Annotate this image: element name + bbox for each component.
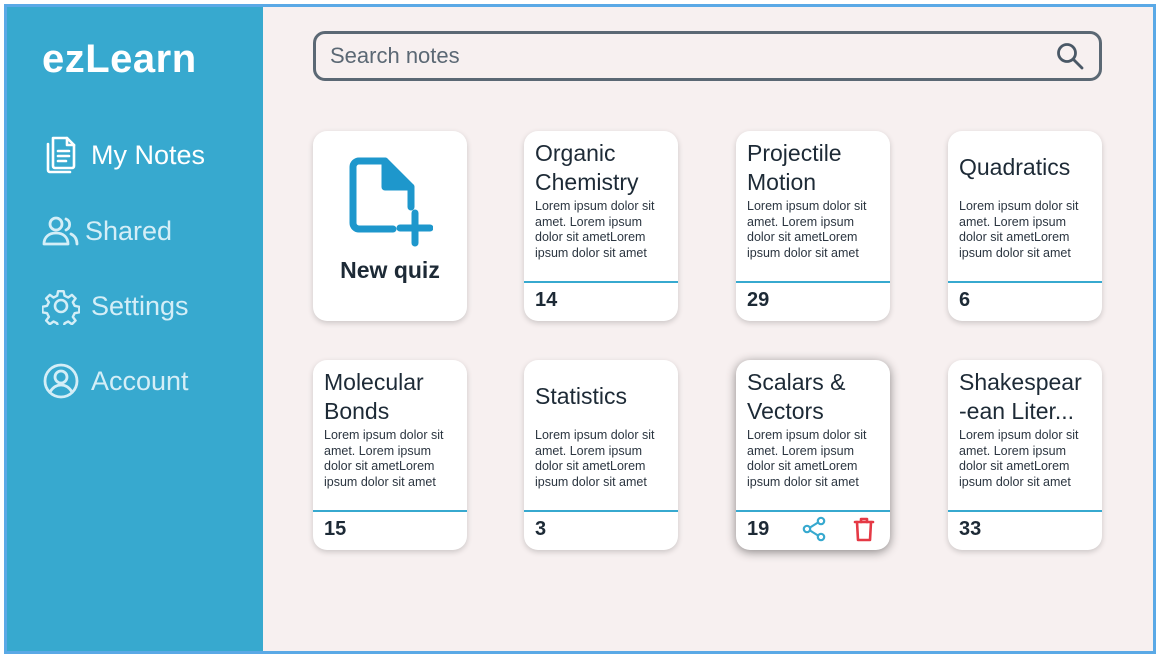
app-logo: ezLearn <box>42 37 197 81</box>
note-title: Scalars & Vectors <box>747 369 846 424</box>
share-icon[interactable] <box>800 515 828 543</box>
new-quiz-label: New quiz <box>340 257 440 283</box>
app-window: ezLearn My Notes Shared Settings Account… <box>4 4 1156 654</box>
sidebar-item-settings[interactable]: Settings <box>41 284 189 328</box>
note-count: 3 <box>535 518 547 540</box>
divider <box>948 281 1102 283</box>
sidebar-item-shared[interactable]: Shared <box>41 209 172 253</box>
search-input[interactable] <box>330 43 1055 69</box>
users-icon <box>41 211 81 251</box>
note-description: Lorem ipsum dolor sit amet. Lorem ipsum … <box>324 428 444 489</box>
new-file-icon <box>347 157 434 249</box>
note-title: Molecular Bonds <box>324 369 424 424</box>
sidebar-item-label: Settings <box>91 290 189 321</box>
account-icon <box>41 361 81 401</box>
trash-icon[interactable] <box>850 515 878 543</box>
note-count: 15 <box>324 518 347 540</box>
divider <box>524 281 678 283</box>
note-card-selected[interactable]: Scalars & Vectors Lorem ipsum dolor sit … <box>736 360 890 550</box>
divider <box>736 281 890 283</box>
divider <box>948 510 1102 512</box>
note-count: 14 <box>535 289 558 311</box>
note-description: Lorem ipsum dolor sit amet. Lorem ipsum … <box>747 428 867 489</box>
note-count: 33 <box>959 518 982 540</box>
note-title: Organic Chemistry <box>535 140 639 195</box>
note-description: Lorem ipsum dolor sit amet. Lorem ipsum … <box>959 199 1079 260</box>
sidebar-item-label: My Notes <box>91 139 206 170</box>
note-description: Lorem ipsum dolor sit amet. Lorem ipsum … <box>535 428 655 489</box>
note-card[interactable]: Statistics Lorem ipsum dolor sit amet. L… <box>524 360 678 550</box>
note-title: Quadratics <box>959 154 1071 180</box>
notes-icon <box>41 135 81 175</box>
note-description: Lorem ipsum dolor sit amet. Lorem ipsum … <box>959 428 1079 489</box>
note-card[interactable]: Projectile Motion Lorem ipsum dolor sit … <box>736 131 890 321</box>
note-description: Lorem ipsum dolor sit amet. Lorem ipsum … <box>535 199 655 260</box>
divider <box>736 510 890 512</box>
sidebar: ezLearn My Notes Shared Settings Account <box>7 7 263 651</box>
note-count: 6 <box>959 289 971 311</box>
note-count: 19 <box>747 518 770 540</box>
note-title: Statistics <box>535 383 628 409</box>
note-card[interactable]: Quadratics Lorem ipsum dolor sit amet. L… <box>948 131 1102 321</box>
note-title: Projectile Motion <box>747 140 842 195</box>
search-icon[interactable] <box>1055 41 1085 71</box>
note-card[interactable]: Organic Chemistry Lorem ipsum dolor sit … <box>524 131 678 321</box>
sidebar-item-label: Shared <box>85 215 173 246</box>
gear-icon <box>41 286 81 326</box>
note-title: Shakespear -ean Liter... <box>959 369 1082 424</box>
note-count: 29 <box>747 289 770 311</box>
divider <box>313 510 467 512</box>
note-card[interactable]: Molecular Bonds Lorem ipsum dolor sit am… <box>313 360 467 550</box>
sidebar-item-my-notes[interactable]: My Notes <box>41 133 205 177</box>
divider <box>524 510 678 512</box>
search-bar <box>313 31 1102 81</box>
sidebar-item-label: Account <box>91 365 189 396</box>
sidebar-item-account[interactable]: Account <box>41 359 189 403</box>
note-card[interactable]: Shakespear -ean Liter... Lorem ipsum dol… <box>948 360 1102 550</box>
note-description: Lorem ipsum dolor sit amet. Lorem ipsum … <box>747 199 867 260</box>
new-quiz-button[interactable]: New quiz <box>313 131 467 321</box>
